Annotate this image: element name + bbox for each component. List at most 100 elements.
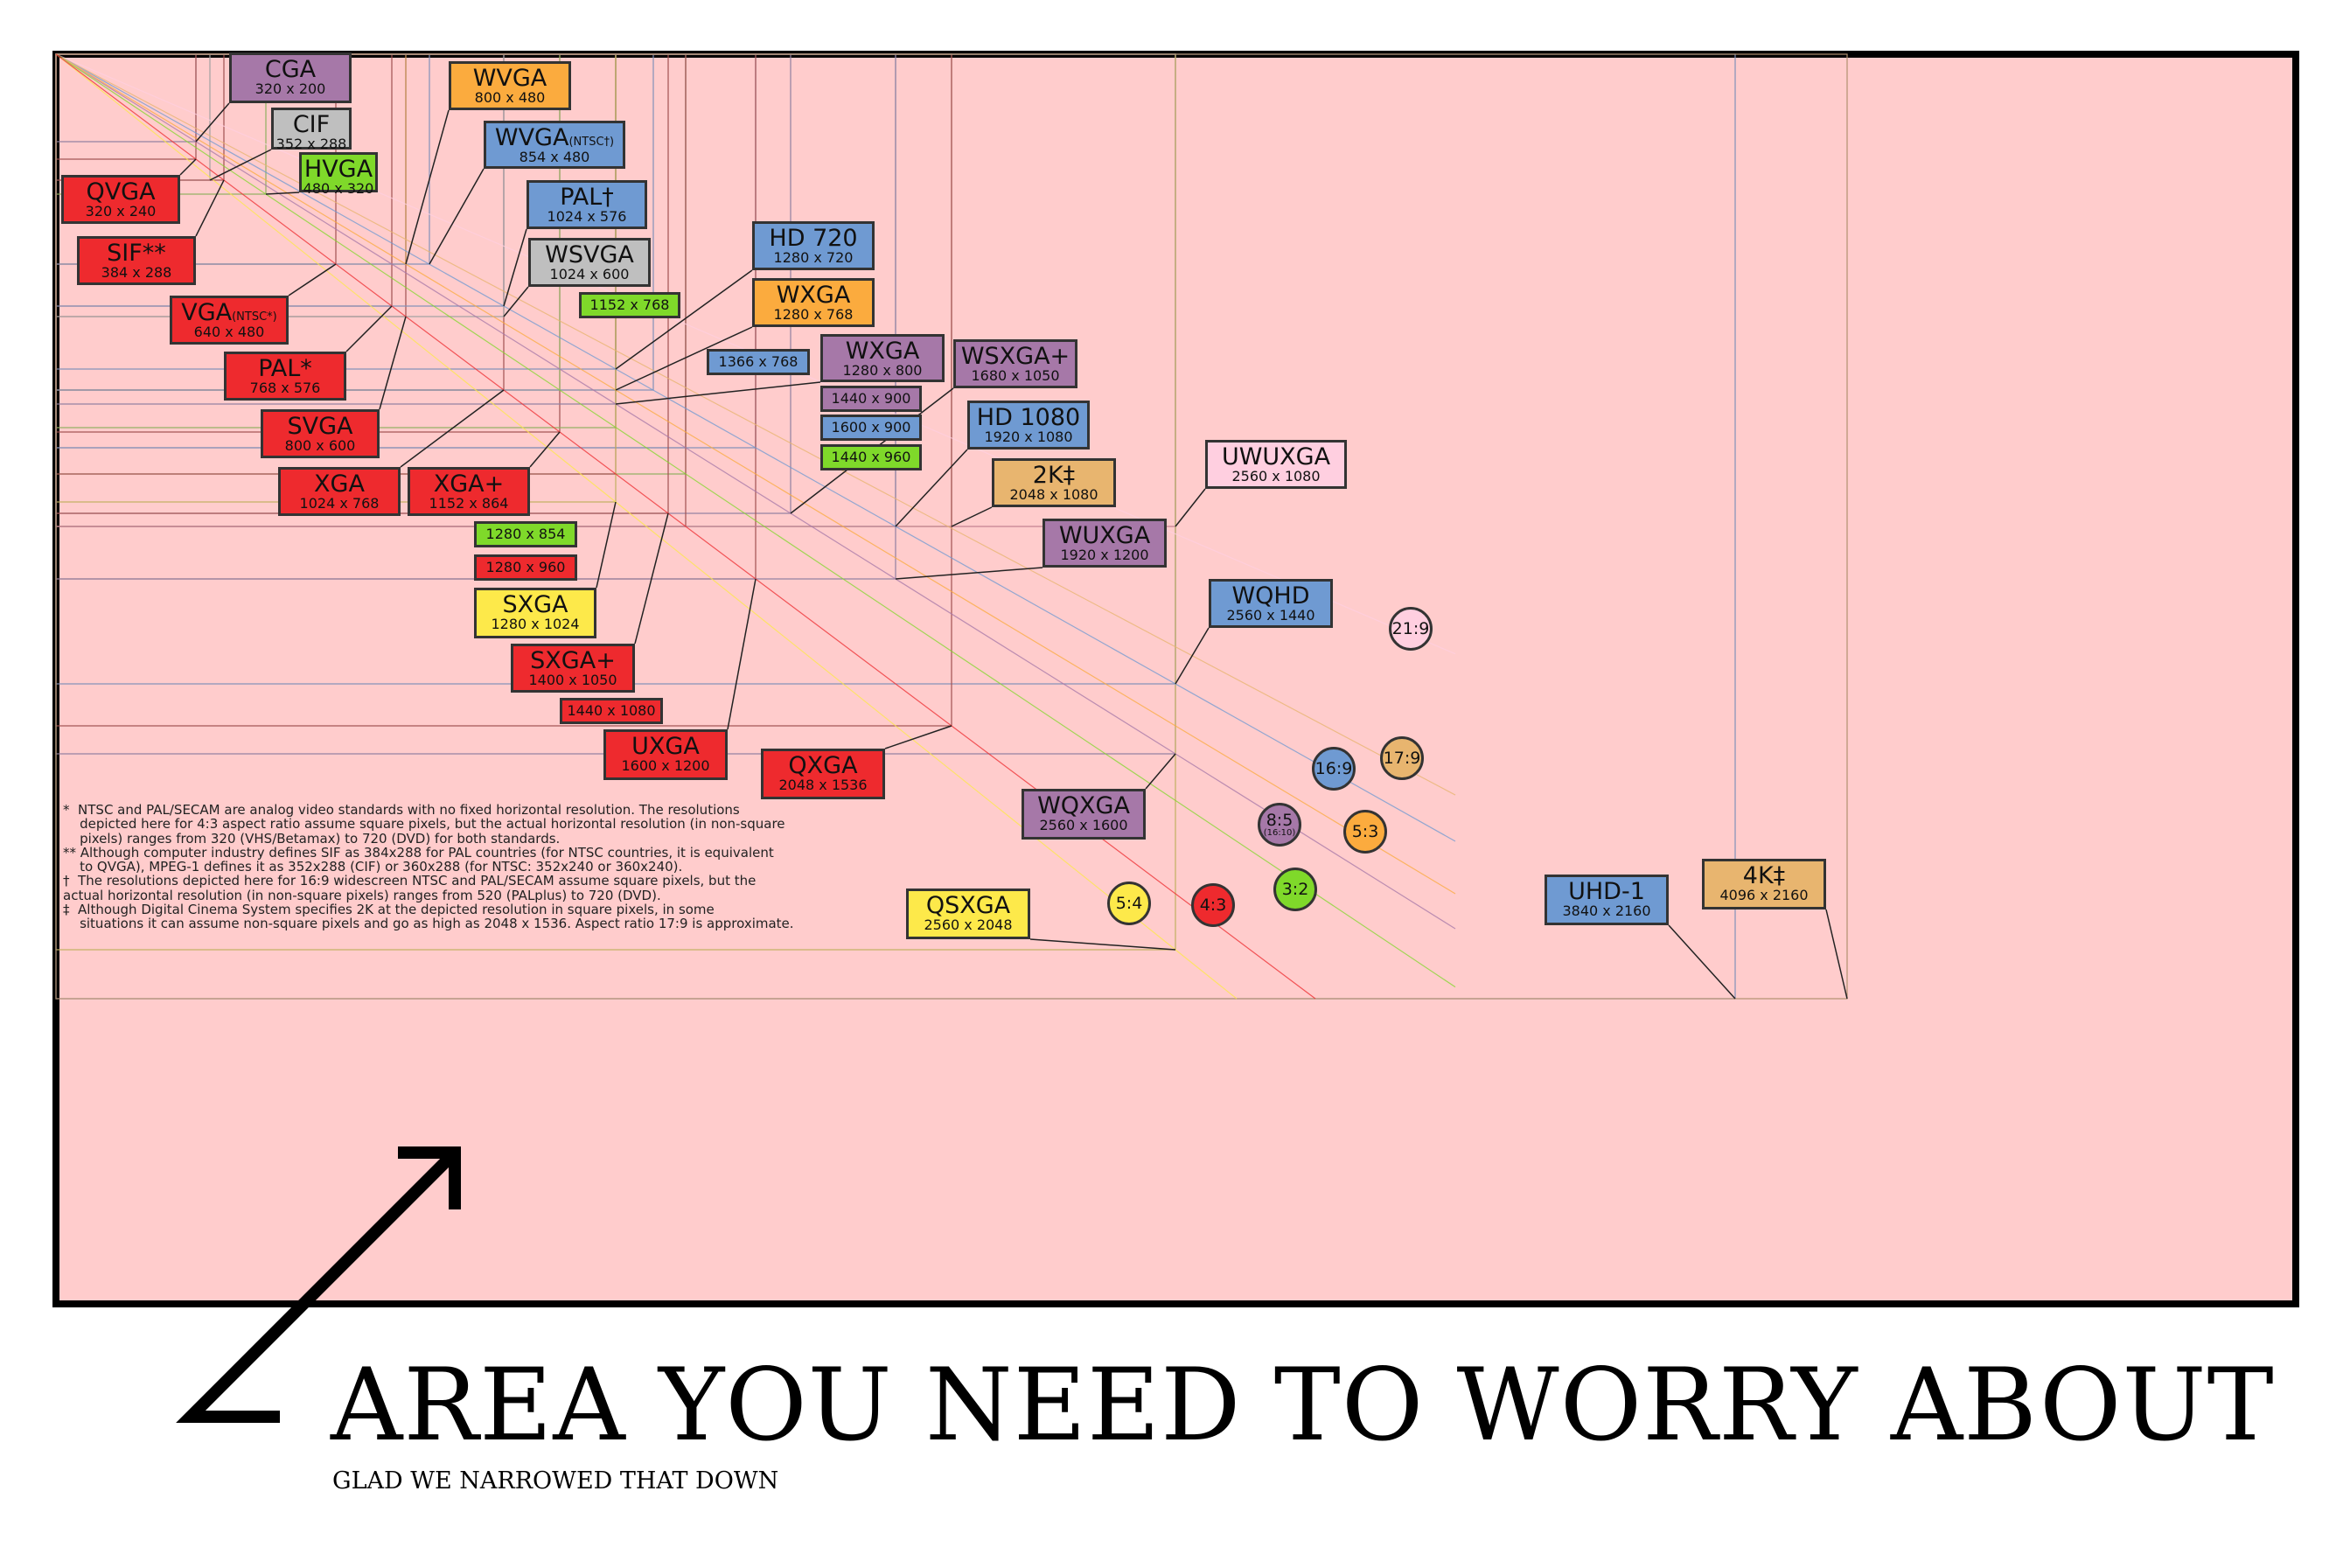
resolution-label-qvga: QVGA 320 x 240 <box>61 175 180 224</box>
aspect-ratio-text: 21:9 <box>1391 618 1430 638</box>
aspect-ratio-badge-5-3: 5:3 <box>1343 810 1387 854</box>
footnote-line: * NTSC and PAL/SECAM are analog video st… <box>63 802 740 818</box>
resolution-name-text: UHD-1 <box>1568 878 1645 905</box>
resolution-name: UHD-1 <box>1547 878 1666 905</box>
resolution-value: 3840 x 2160 <box>1562 902 1651 920</box>
resolution-value: 800 x 600 <box>284 437 356 455</box>
resolution-name: WQHD <box>1211 582 1330 610</box>
leader-line <box>345 305 393 352</box>
resolution-value: 2560 x 2048 <box>924 916 1013 934</box>
resolution-name-text: WQHD <box>1231 582 1310 610</box>
resolution-name: HD 1080 <box>970 404 1087 431</box>
resolution-name: WSXGA+ <box>956 343 1075 370</box>
resolution-suffix: (NTSC*) <box>232 310 277 324</box>
resolution-name-text: UWUXGA <box>1221 443 1331 470</box>
resolution-name-text: CGA <box>264 56 317 83</box>
resolution-name-text: SXGA+ <box>530 647 616 674</box>
resolution-name: QXGA <box>764 753 882 778</box>
resolution-name: SIF** <box>80 240 193 266</box>
leader-line <box>179 158 197 176</box>
leader-line <box>884 725 952 749</box>
aspect-ratio-badge-16-9: 16:9 <box>1312 747 1356 791</box>
leader-line <box>895 567 1043 580</box>
aspect-ratio-badge-8-5: 8:5 (16:10) <box>1258 803 1301 847</box>
resolution-value: 320 x 200 <box>255 80 326 98</box>
resolution-label-xga: XGA 1024 x 768 <box>278 467 401 516</box>
resolution-name: PAL† <box>529 185 645 210</box>
resolution-name: SVGA <box>263 413 377 440</box>
aspect-ratio-badge-17-9: 17:9 <box>1380 736 1424 780</box>
resolution-name: SXGA <box>477 592 594 617</box>
aspect-ratio-badge-3-2: 3:2 <box>1273 868 1317 911</box>
resolution-name: SXGA+ <box>513 647 632 674</box>
resolution-value: 768 x 576 <box>249 380 321 397</box>
resolution-value: 1920 x 1080 <box>984 429 1073 446</box>
leader-line <box>596 501 617 589</box>
resolution-value: 1280 x 800 <box>842 362 923 380</box>
resolution-name-text: WSVGA <box>545 241 634 268</box>
resolution-name-text: WSXGA+ <box>960 343 1070 370</box>
resolution-name: WXGA <box>823 338 942 364</box>
aspect-ratio-text: 16:9 <box>1314 758 1353 778</box>
footnote-line: depicted here for 4:3 aspect ratio assum… <box>63 816 785 833</box>
caption: AREA YOU NEED TO WORRY ABOUT <box>331 1347 2275 1463</box>
resolution-name: WVGA(NTSC†) <box>486 125 623 150</box>
resolution-name: 2K‡ <box>994 463 1113 488</box>
resolution-label-svga: SVGA 800 x 600 <box>261 409 380 458</box>
resolution-label-wxga-800: WXGA 1280 x 800 <box>820 334 945 382</box>
resolution-name-text: SVGA <box>287 413 353 440</box>
resolution-label-cif: CIF 352 x 288 <box>271 108 352 153</box>
resolution-value: 1400 x 1050 <box>528 672 617 689</box>
resolution-name: CIF <box>274 112 349 137</box>
aspect-ratio-text: 8:5 <box>1266 810 1294 830</box>
resolution-name-text: HD 720 <box>769 225 858 252</box>
leader-line <box>195 179 225 237</box>
leader-line <box>288 263 337 296</box>
resolution-label-wqxga: WQXGA 2560 x 1600 <box>1022 789 1146 840</box>
resolution-value: 1600 x 1200 <box>621 757 710 775</box>
aspect-ratio-badge-5-4: 5:4 <box>1107 882 1151 925</box>
resolution-value: 1024 x 600 <box>549 266 630 283</box>
resolution-label-4k: 4K‡ 4096 x 2160 <box>1702 859 1826 909</box>
resolution-label-cga: CGA 320 x 200 <box>229 52 352 103</box>
resolution-value: 854 x 480 <box>519 149 590 166</box>
leader-line <box>615 381 821 405</box>
resolution-name-text: VGA <box>181 299 233 326</box>
resolution-mini-label: 1440 x 1080 <box>560 698 663 724</box>
resolution-value: 1280 x 1024 <box>491 616 580 633</box>
resolution-name: QSXGA <box>909 893 1028 918</box>
resolution-value: 1280 x 768 <box>773 306 854 324</box>
leader-line <box>1029 938 1176 951</box>
resolution-name: HVGA <box>302 157 375 182</box>
resolution-value: 1152 x 864 <box>429 495 509 512</box>
resolution-mini-label: 1440 x 960 <box>820 444 922 470</box>
resolution-label-wvga: WVGA 800 x 480 <box>449 61 571 110</box>
resolution-name-text: PAL† <box>560 184 614 211</box>
leader-line <box>1175 488 1206 527</box>
resolution-label-pal-dagger: PAL† 1024 x 576 <box>526 180 647 229</box>
aspect-ratio-text: 4:3 <box>1199 895 1227 915</box>
resolution-value: 352 x 288 <box>275 136 347 153</box>
resolution-name-text: HD 1080 <box>976 404 1081 431</box>
resolution-mini-label: 1600 x 900 <box>820 415 922 441</box>
resolution-name-text: WVGA <box>472 65 547 92</box>
resolution-label-pal-star: PAL* 768 x 576 <box>224 352 346 401</box>
footnote-line: † The resolutions depicted here for 16:9… <box>63 873 757 889</box>
aspect-ratio-text: 5:4 <box>1115 893 1143 913</box>
resolution-name-text: WQXGA <box>1037 792 1130 819</box>
resolution-label-uwuxga: UWUXGA 2560 x 1080 <box>1205 440 1347 489</box>
resolution-mini-label: 1366 x 768 <box>707 349 810 375</box>
resolution-label-sxga-plus: SXGA+ 1400 x 1050 <box>511 644 635 693</box>
aspect-ratio-text: 17:9 <box>1383 748 1421 768</box>
resolution-label-vga-ntsc: VGA(NTSC*) 640 x 480 <box>170 296 289 345</box>
resolution-label-xga-plus: XGA+ 1152 x 864 <box>408 467 530 516</box>
resolution-value: 1680 x 1050 <box>971 367 1060 385</box>
resolution-label-hd720: HD 720 1280 x 720 <box>752 221 875 270</box>
resolution-name-text: QVGA <box>86 178 156 206</box>
resolution-name-text: WUXGA <box>1058 522 1151 549</box>
leader-line <box>503 228 527 307</box>
resolution-value: 800 x 480 <box>474 89 546 107</box>
leader-line <box>400 389 505 468</box>
resolution-value: 1024 x 768 <box>299 495 380 512</box>
leader-line <box>379 316 407 410</box>
